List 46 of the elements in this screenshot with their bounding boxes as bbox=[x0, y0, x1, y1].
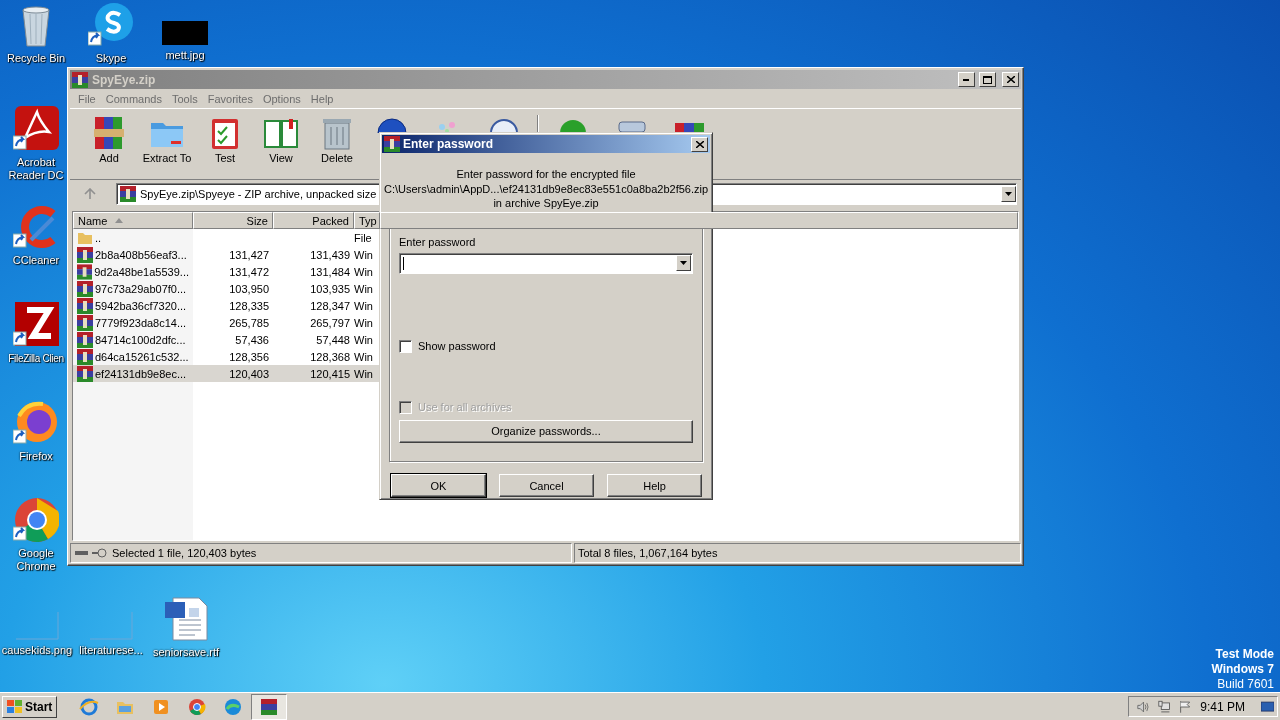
file-name-cell: d64ca15261c532... bbox=[73, 348, 193, 365]
table-cell-text: File bbox=[354, 231, 373, 244]
table-cell-text: Win bbox=[354, 316, 374, 329]
table-cell-text: Win bbox=[354, 282, 374, 295]
table-cell-text: Win bbox=[354, 350, 374, 363]
file-name-cell: 5942ba36cf7320... bbox=[73, 297, 193, 314]
table-cell-text: 131,484 bbox=[309, 265, 351, 278]
table-cell-text: 57,448 bbox=[315, 333, 351, 346]
table-cell-text: Win bbox=[354, 299, 374, 312]
table-cell-text: 131,472 bbox=[228, 265, 270, 278]
table-cell-text: 120,403 bbox=[228, 367, 270, 380]
table-cell-text: 131,439 bbox=[309, 248, 351, 261]
file-name-cell: 9d2a48be1a5539... bbox=[73, 263, 193, 280]
file-name-cell: 2b8a408b56eaf3... bbox=[73, 246, 193, 263]
table-cell-text: 265,785 bbox=[228, 316, 270, 329]
window-title: SpyEye.zip bbox=[92, 72, 157, 87]
file-name-cell: ef24131db9e8ec... bbox=[73, 365, 193, 382]
dialog-message: C:\Users\admin\AppD...\ef24131db9e8ec83e551c0a8ba2b2f56.zip bbox=[383, 181, 709, 197]
file-name-cell: 84714c100d2dfc... bbox=[73, 331, 193, 348]
table-cell-text: 103,935 bbox=[309, 282, 351, 295]
table-cell-text: Win bbox=[354, 248, 374, 261]
table-cell-text: 265,797 bbox=[309, 316, 351, 329]
table-cell-text: 128,335 bbox=[228, 299, 270, 312]
table-cell-text: Win bbox=[354, 367, 374, 380]
status-text: Selected 1 file, 120,403 bytes bbox=[112, 547, 257, 559]
table-cell-text: 103,950 bbox=[228, 282, 270, 295]
status-text: Total 8 files, 1,067,164 bytes bbox=[578, 547, 718, 559]
dialog-title: Enter password bbox=[403, 137, 495, 152]
file-name-cell: 7779f923da8c14... bbox=[73, 314, 193, 331]
table-cell-text: 128,368 bbox=[309, 350, 351, 363]
table-cell-text: 131,427 bbox=[228, 248, 270, 261]
dialog-message: Enter password for the encrypted file bbox=[456, 167, 636, 182]
field-label: Enter password bbox=[399, 235, 477, 248]
table-cell-text: 128,347 bbox=[309, 299, 351, 312]
table-cell-text: 128,356 bbox=[228, 350, 270, 363]
checkbox-label: Show password bbox=[418, 340, 496, 353]
table-cell-text: 120,415 bbox=[309, 367, 351, 380]
file-name-cell: .. bbox=[73, 230, 193, 245]
dialog-message: in archive SpyEye.zip bbox=[493, 196, 599, 211]
system-info-text: Build 7601 bbox=[1217, 677, 1274, 692]
file-name-cell: 97c73a29ab07f0... bbox=[73, 280, 193, 297]
table-cell-text: Win bbox=[354, 333, 374, 346]
table-cell-text: Win bbox=[354, 265, 374, 278]
system-info-text: Windows 7 bbox=[1211, 662, 1274, 677]
table-cell-text: 57,436 bbox=[234, 333, 270, 346]
system-info-text: Test Mode bbox=[1215, 647, 1274, 662]
